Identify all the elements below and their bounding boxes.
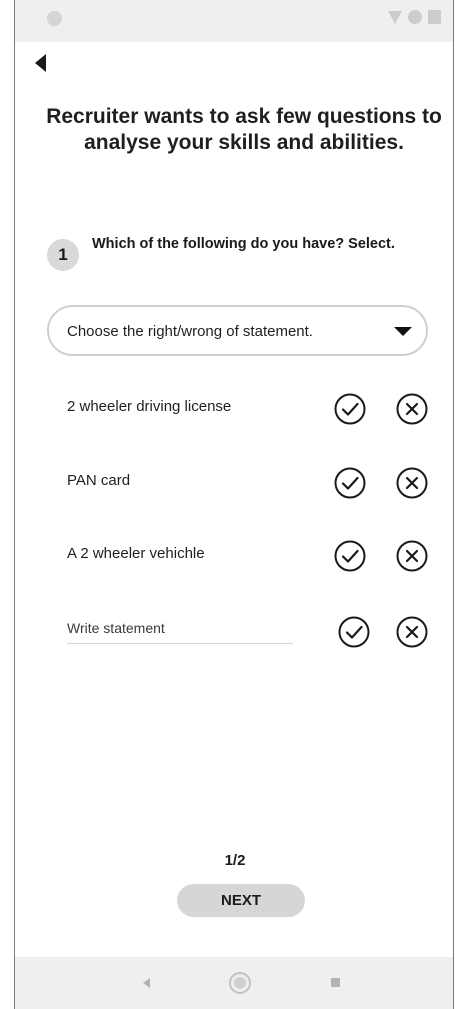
statement-label: 2 wheeler driving license [67,398,232,415]
statement-label: PAN card [67,472,131,489]
nav-home-icon[interactable] [229,972,251,994]
statement-type-dropdown[interactable]: Choose the right/wrong of statement. [47,305,428,356]
phone-screen: Recruiter wants to ask few questions to … [14,0,454,1009]
status-bar [15,0,453,42]
nav-home-inner [234,977,246,989]
nav-recents-icon[interactable] [331,978,340,987]
next-button[interactable]: NEXT [177,884,305,917]
caret-down-icon [394,327,412,336]
question-number-badge: 1 [47,239,79,271]
status-icons [388,10,441,24]
system-nav-bar [15,957,453,1009]
back-arrow-icon[interactable] [35,54,46,72]
statement-label: A 2 wheeler vehichle [67,545,205,562]
notification-dot-icon [47,11,62,26]
write-statement-input[interactable] [67,613,293,644]
cross-circle-icon[interactable] [395,539,429,573]
custom-statement-row [15,613,455,653]
check-circle-icon[interactable] [333,539,367,573]
check-circle-icon[interactable] [333,392,367,426]
signal-icon [408,10,422,24]
check-circle-icon[interactable] [333,466,367,500]
statement-row: A 2 wheeler vehichle [15,537,455,577]
nav-back-icon[interactable] [143,978,150,988]
cross-circle-icon[interactable] [395,466,429,500]
statement-row: 2 wheeler driving license [15,390,455,430]
cross-circle-icon[interactable] [395,615,429,649]
question-text: Which of the following do you have? Sele… [92,236,395,252]
page-title: Recruiter wants to ask few questions to … [46,105,442,154]
cross-circle-icon[interactable] [395,392,429,426]
wifi-icon [388,10,402,24]
battery-icon [428,10,441,24]
page-indicator: 1/2 [224,852,246,869]
check-circle-icon[interactable] [337,615,371,649]
dropdown-selected-value: Choose the right/wrong of statement. [67,323,313,340]
statement-row: PAN card [15,464,455,504]
